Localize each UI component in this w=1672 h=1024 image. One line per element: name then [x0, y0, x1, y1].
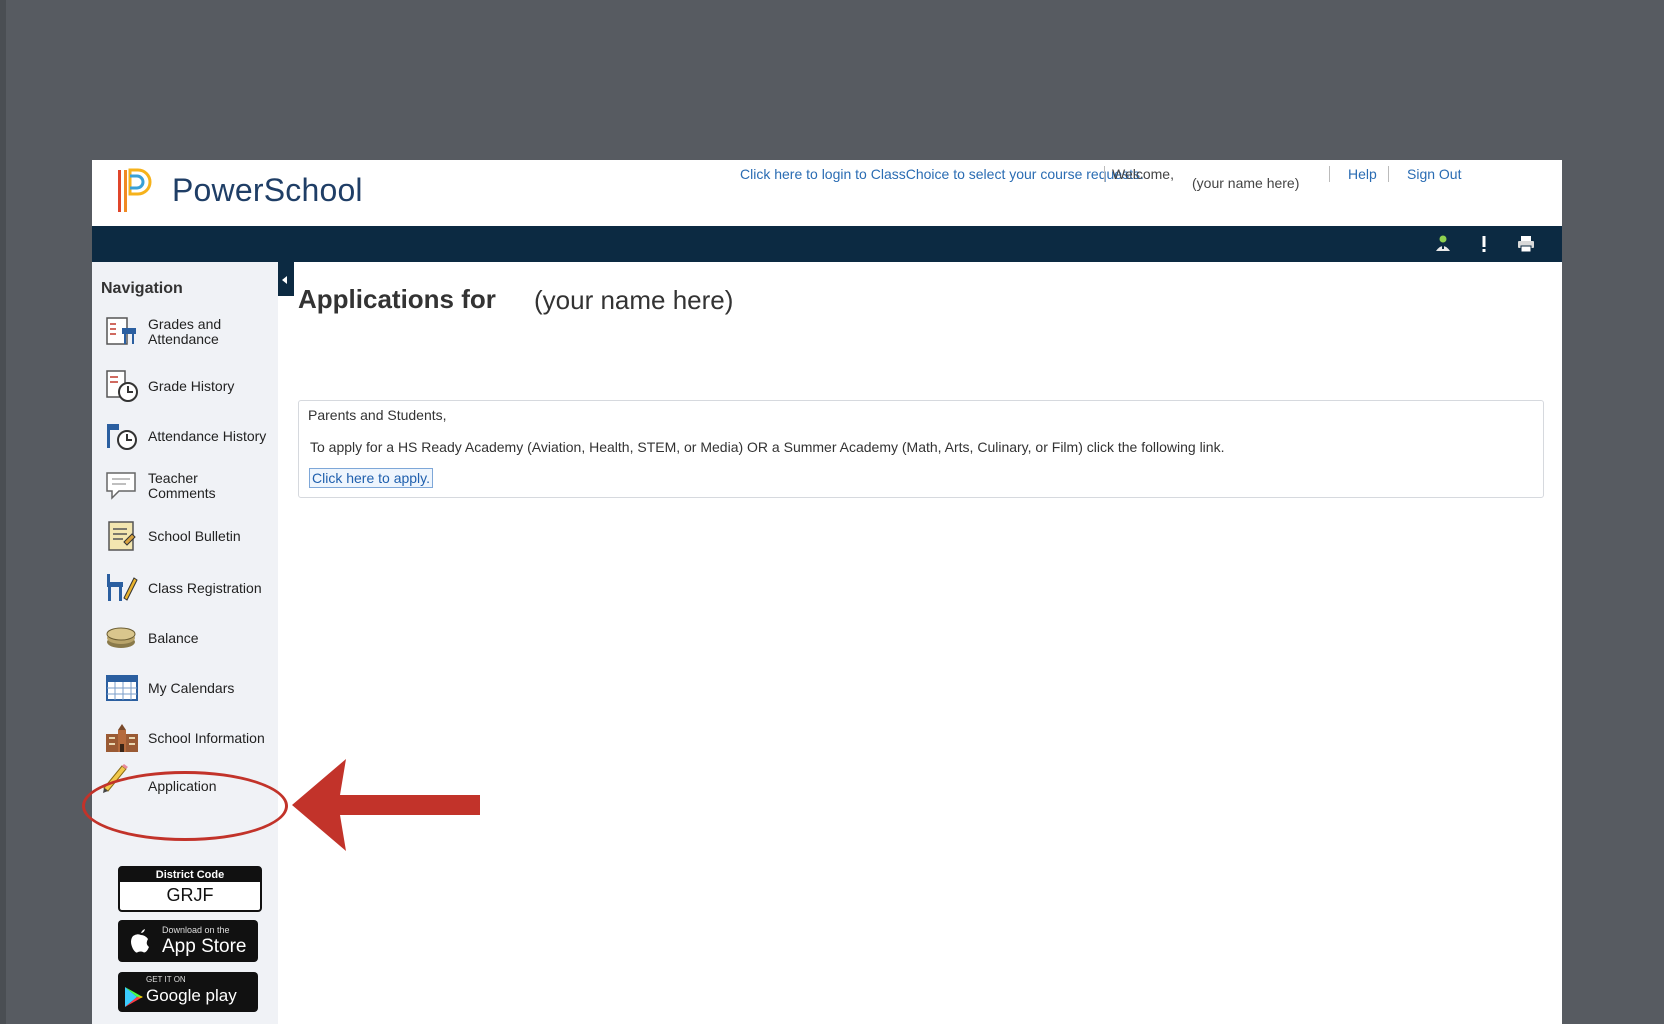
navigation-title: Navigation [101, 280, 183, 297]
greeting-text: Parents and Students, [308, 407, 447, 423]
sidebar-item-class-registration[interactable]: Class Registration [104, 566, 274, 610]
sidebar-item-grades-and-attendance[interactable]: Grades and Attendance [104, 310, 274, 354]
apply-link[interactable]: Click here to apply. [309, 468, 434, 488]
sidebar-item-school-bulletin[interactable]: School Bulletin [104, 514, 274, 558]
apple-icon [131, 929, 149, 953]
grade-history-icon [106, 370, 138, 402]
sidebar-item-label: My Calendars [148, 679, 235, 696]
backdrop-shadow [0, 0, 6, 1024]
header-separator [1329, 166, 1330, 182]
bulletin-icon [108, 521, 136, 551]
google-play-text: Google play [146, 986, 237, 1005]
sidebar-item-balance[interactable]: Balance [104, 616, 274, 660]
district-code-value: GRJF [166, 885, 214, 905]
sidebar-item-attendance-history[interactable]: Attendance History [104, 414, 274, 458]
powerschool-logo-icon [118, 168, 152, 212]
attendance-history-icon [107, 424, 137, 450]
comment-icon [106, 472, 136, 500]
navigation-sidebar: Navigation Grades and Attendance Grade H… [92, 262, 278, 1024]
application-info-box: Parents and Students, To apply for a HS … [298, 400, 1544, 498]
class-registration-icon [107, 574, 138, 601]
sidebar-item-label: School Information [148, 729, 265, 746]
page-title-name: (your name here) [534, 285, 734, 315]
annotation-arrow-icon [292, 759, 480, 851]
brand-name: PowerSchool [172, 172, 363, 208]
annotation-highlight-oval [82, 771, 288, 841]
google-play-icon [125, 987, 143, 1007]
sidebar-item-label: Class Registration [148, 579, 262, 596]
header-separator [1104, 166, 1105, 182]
page-header: PowerSchool Click here to login to Class… [92, 160, 1562, 226]
sidebar-item-label: Balance [148, 629, 199, 646]
sidebar-item-label: School Bulletin [148, 527, 241, 544]
user-name: (your name here) [1192, 175, 1300, 191]
chevron-left-icon [282, 276, 287, 284]
sidebar-item-label: Attendance History [148, 427, 267, 444]
browser-page: PowerSchool Click here to login to Class… [92, 160, 1562, 1024]
app-store-text: App Store [162, 936, 247, 957]
school-icon [106, 724, 138, 752]
page-title: Applications for [298, 284, 496, 314]
person-alert-icon[interactable] [1433, 234, 1453, 254]
sidebar-item-label: Teacher Comments [148, 470, 216, 501]
sidebar-item-school-information[interactable]: School Information [104, 716, 274, 760]
district-code-badge: District Code GRJF [118, 866, 262, 912]
sidebar-item-grade-history[interactable]: Grade History [104, 364, 274, 408]
sidebar-item-label: Grade History [148, 377, 235, 394]
help-link[interactable]: Help [1348, 166, 1377, 182]
welcome-text: Welcome, [1112, 166, 1174, 182]
sidebar-item-label: Grades and Attendance [148, 316, 222, 347]
top-toolbar [92, 226, 1562, 262]
coins-icon [106, 627, 136, 648]
backdrop-edge [1664, 0, 1672, 1024]
printer-icon[interactable] [1516, 234, 1536, 254]
sidebar-collapse-toggle[interactable] [278, 260, 294, 296]
sign-out-link[interactable]: Sign Out [1407, 166, 1461, 182]
district-code-label: District Code [120, 868, 260, 882]
grades-icon [106, 317, 136, 345]
app-store-badge[interactable]: Download on the App Store [118, 920, 258, 962]
app-store-small-text: Download on the [162, 925, 230, 935]
header-separator [1388, 166, 1389, 182]
sidebar-item-my-calendars[interactable]: My Calendars [104, 666, 274, 710]
application-instructions: To apply for a HS Ready Academy (Aviatio… [310, 439, 1225, 455]
google-play-small-text: GET IT ON [146, 975, 186, 984]
exclamation-icon[interactable] [1474, 234, 1494, 254]
classchoice-link[interactable]: Click here to login to ClassChoice to se… [740, 166, 1144, 182]
sidebar-item-teacher-comments[interactable]: Teacher Comments [104, 464, 274, 508]
calendar-icon [106, 675, 138, 701]
google-play-badge[interactable]: GET IT ON Google play [118, 972, 258, 1012]
